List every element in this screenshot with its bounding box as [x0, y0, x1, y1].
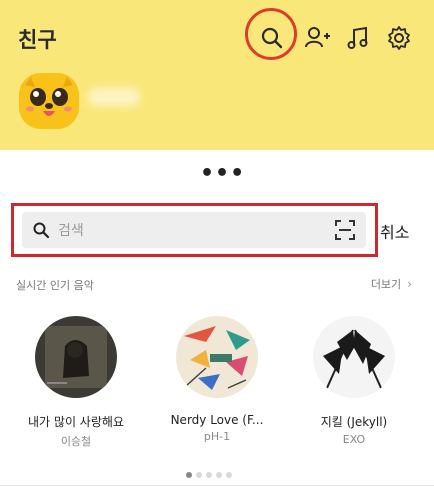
more-options-icon[interactable]: ••• — [200, 163, 245, 185]
profile-name-blurred — [88, 88, 140, 106]
section-title: 실시간 인기 음악 — [16, 279, 94, 292]
album-cover — [35, 316, 117, 398]
more-label: 더보기 — [370, 278, 402, 291]
song-title: Nerdy Love (F... — [170, 413, 264, 427]
song-item[interactable]: 내가 많이 사랑해요 이승철 — [16, 316, 136, 449]
avatar[interactable] — [19, 73, 79, 129]
music-icon[interactable] — [345, 25, 371, 51]
page-dot[interactable] — [226, 472, 232, 478]
song-title: 내가 많이 사랑해요 — [28, 415, 124, 429]
cancel-button[interactable]: 취소 — [380, 219, 409, 243]
profile-header: 친구 — [0, 0, 434, 150]
chevron-right-icon: › — [407, 277, 412, 291]
search-highlight-box — [11, 203, 378, 257]
add-friend-icon[interactable] — [304, 25, 330, 51]
page-title: 친구 — [18, 28, 57, 52]
page-dot[interactable] — [196, 472, 202, 478]
pagination-dots — [186, 463, 236, 478]
settings-icon[interactable] — [386, 25, 412, 51]
page-dot[interactable] — [216, 472, 222, 478]
divider — [0, 485, 434, 486]
song-item[interactable]: 지킬 (Jekyll) EXO — [294, 316, 414, 446]
page-dot[interactable] — [206, 472, 212, 478]
album-cover — [313, 316, 395, 398]
song-title: 지킬 (Jekyll) — [320, 415, 388, 429]
song-artist: 이승철 — [60, 435, 92, 448]
song-artist: pH-1 — [203, 430, 231, 443]
song-artist: EXO — [342, 433, 366, 446]
search-icon[interactable] — [259, 25, 285, 51]
album-cover — [176, 316, 258, 398]
more-link[interactable]: 더보기 › — [371, 276, 412, 292]
page-dot[interactable] — [186, 472, 192, 478]
song-item[interactable]: Nerdy Love (F... pH-1 — [157, 316, 277, 443]
